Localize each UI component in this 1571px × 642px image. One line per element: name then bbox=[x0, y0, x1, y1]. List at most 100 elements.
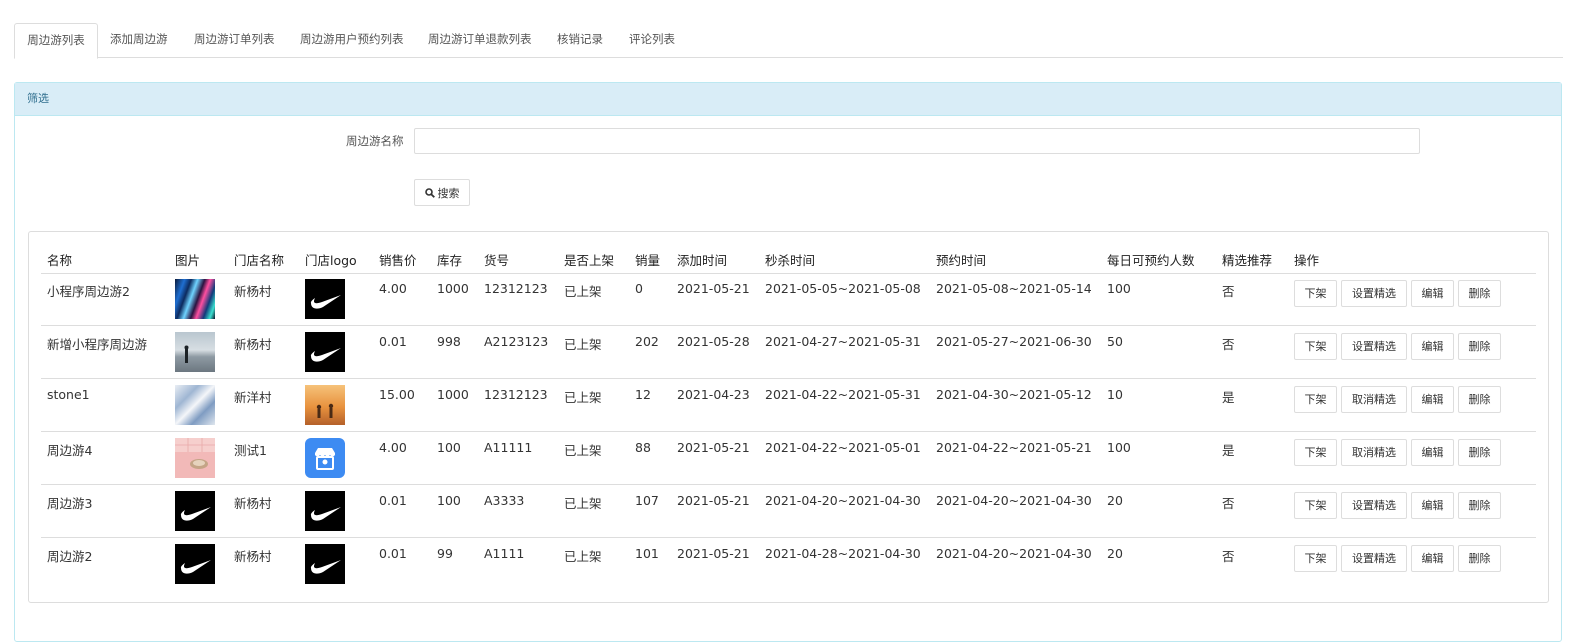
cell-reserve-time: 2021-05-08~2021-05-14 bbox=[936, 281, 1092, 296]
cell-store: 测试1 bbox=[234, 443, 267, 458]
cell-store: 新杨村 bbox=[234, 549, 272, 564]
row-divider bbox=[41, 537, 1536, 538]
cell-status: 已上架 bbox=[564, 337, 602, 352]
col-header-daily-capacity: 每日可预约人数 bbox=[1107, 253, 1195, 268]
set-featured-button[interactable]: 设置精选 bbox=[1341, 333, 1407, 360]
edit-button[interactable]: 编辑 bbox=[1411, 386, 1454, 413]
tour-image bbox=[175, 332, 215, 372]
nike-swoosh-icon bbox=[305, 332, 345, 372]
edit-button[interactable]: 编辑 bbox=[1411, 492, 1454, 519]
cell-name: 周边游2 bbox=[47, 549, 93, 564]
cell-reserve-time: 2021-04-20~2021-04-30 bbox=[936, 546, 1092, 561]
col-header-on-shelf: 是否上架 bbox=[564, 253, 615, 268]
cell-name: 新增小程序周边游 bbox=[47, 337, 148, 352]
nike-swoosh-icon bbox=[305, 279, 345, 319]
tour-image bbox=[175, 279, 215, 319]
unlist-button[interactable]: 下架 bbox=[1294, 386, 1337, 413]
set-featured-button[interactable]: 设置精选 bbox=[1341, 492, 1407, 519]
cell-name: 周边游3 bbox=[47, 496, 93, 511]
delete-button[interactable]: 删除 bbox=[1458, 333, 1501, 360]
unlist-button[interactable]: 下架 bbox=[1294, 492, 1337, 519]
tour-name-label: 周边游名称 bbox=[346, 134, 404, 148]
cell-status: 已上架 bbox=[564, 284, 602, 299]
unlist-button[interactable]: 下架 bbox=[1294, 439, 1337, 466]
cell-daily-capacity: 50 bbox=[1107, 334, 1123, 349]
row-divider bbox=[41, 484, 1536, 485]
tour-image bbox=[175, 438, 215, 478]
unlist-button[interactable]: 下架 bbox=[1294, 333, 1337, 360]
cell-sku: A2123123 bbox=[484, 334, 549, 349]
search-icon bbox=[424, 187, 435, 198]
tab-bar: 周边游列表 添加周边游 周边游订单列表 周边游用户预约列表 周边游订单退款列表 … bbox=[14, 23, 1563, 59]
cancel-featured-button[interactable]: 取消精选 bbox=[1341, 439, 1407, 466]
cell-price: 15.00 bbox=[379, 387, 415, 402]
edit-button[interactable]: 编辑 bbox=[1411, 439, 1454, 466]
cell-daily-capacity: 20 bbox=[1107, 493, 1123, 508]
edit-button[interactable]: 编辑 bbox=[1411, 280, 1454, 307]
delete-button[interactable]: 删除 bbox=[1458, 280, 1501, 307]
cell-added-time: 2021-05-21 bbox=[677, 440, 750, 455]
cell-featured: 是 bbox=[1222, 443, 1235, 458]
cell-sku: A1111 bbox=[484, 546, 525, 561]
cell-status: 已上架 bbox=[564, 443, 602, 458]
cancel-featured-button[interactable]: 取消精选 bbox=[1341, 386, 1407, 413]
unlist-button[interactable]: 下架 bbox=[1294, 280, 1337, 307]
nike-swoosh-icon bbox=[305, 491, 345, 531]
row-divider bbox=[41, 378, 1536, 379]
col-header-name: 名称 bbox=[47, 253, 73, 268]
row-divider bbox=[41, 431, 1536, 432]
cell-sku: 12312123 bbox=[484, 281, 548, 296]
filter-panel-title: 筛选 bbox=[15, 83, 1561, 116]
cell-status: 已上架 bbox=[564, 390, 602, 405]
cell-sales: 0 bbox=[635, 281, 643, 296]
tab-verification-records[interactable]: 核销记录 bbox=[557, 23, 603, 56]
set-featured-button[interactable]: 设置精选 bbox=[1341, 545, 1407, 572]
search-button[interactable]: 搜索 bbox=[414, 179, 470, 206]
cell-added-time: 2021-05-21 bbox=[677, 281, 750, 296]
edit-button[interactable]: 编辑 bbox=[1411, 545, 1454, 572]
cell-added-time: 2021-05-21 bbox=[677, 493, 750, 508]
cell-daily-capacity: 100 bbox=[1107, 281, 1131, 296]
tab-comments[interactable]: 评论列表 bbox=[629, 23, 675, 56]
tab-user-reservations[interactable]: 周边游用户预约列表 bbox=[300, 23, 404, 56]
tab-tour-orders[interactable]: 周边游订单列表 bbox=[194, 23, 275, 56]
cell-sales: 101 bbox=[635, 546, 659, 561]
set-featured-button[interactable]: 设置精选 bbox=[1341, 280, 1407, 307]
cell-reserve-time: 2021-05-27~2021-06-30 bbox=[936, 334, 1092, 349]
cell-stock: 998 bbox=[437, 334, 461, 349]
delete-button[interactable]: 删除 bbox=[1458, 439, 1501, 466]
cell-stock: 1000 bbox=[437, 281, 469, 296]
tab-tour-list[interactable]: 周边游列表 bbox=[14, 23, 98, 59]
cell-name: 小程序周边游2 bbox=[47, 284, 130, 299]
col-header-sales: 销量 bbox=[635, 253, 661, 268]
edit-button[interactable]: 编辑 bbox=[1411, 333, 1454, 360]
tour-name-input[interactable] bbox=[414, 128, 1420, 154]
tab-refund-orders[interactable]: 周边游订单退款列表 bbox=[428, 23, 532, 56]
cell-name: stone1 bbox=[47, 387, 90, 402]
delete-button[interactable]: 删除 bbox=[1458, 545, 1501, 572]
delete-button[interactable]: 删除 bbox=[1458, 386, 1501, 413]
cell-price: 4.00 bbox=[379, 440, 407, 455]
cell-stock: 1000 bbox=[437, 387, 469, 402]
cell-featured: 否 bbox=[1222, 496, 1235, 511]
col-header-actions: 操作 bbox=[1294, 253, 1320, 268]
col-header-image: 图片 bbox=[175, 253, 201, 268]
col-header-stock: 库存 bbox=[437, 253, 463, 268]
cell-store: 新杨村 bbox=[234, 337, 272, 352]
search-button-label: 搜索 bbox=[437, 186, 460, 200]
cell-status: 已上架 bbox=[564, 496, 602, 511]
tab-add-tour[interactable]: 添加周边游 bbox=[110, 23, 168, 56]
col-header-reserve-time: 预约时间 bbox=[936, 253, 987, 268]
cell-sales: 12 bbox=[635, 387, 651, 402]
cell-featured: 否 bbox=[1222, 549, 1235, 564]
unlist-button[interactable]: 下架 bbox=[1294, 545, 1337, 572]
col-header-price: 销售价 bbox=[379, 253, 417, 268]
delete-button[interactable]: 删除 bbox=[1458, 492, 1501, 519]
row-divider bbox=[41, 325, 1536, 326]
cell-price: 0.01 bbox=[379, 334, 407, 349]
cell-added-time: 2021-04-23 bbox=[677, 387, 750, 402]
cell-seckill-time: 2021-04-22~2021-05-31 bbox=[765, 387, 921, 402]
cell-store: 新洋村 bbox=[234, 390, 272, 405]
store-logo-image bbox=[305, 385, 345, 425]
cell-sales: 107 bbox=[635, 493, 659, 508]
